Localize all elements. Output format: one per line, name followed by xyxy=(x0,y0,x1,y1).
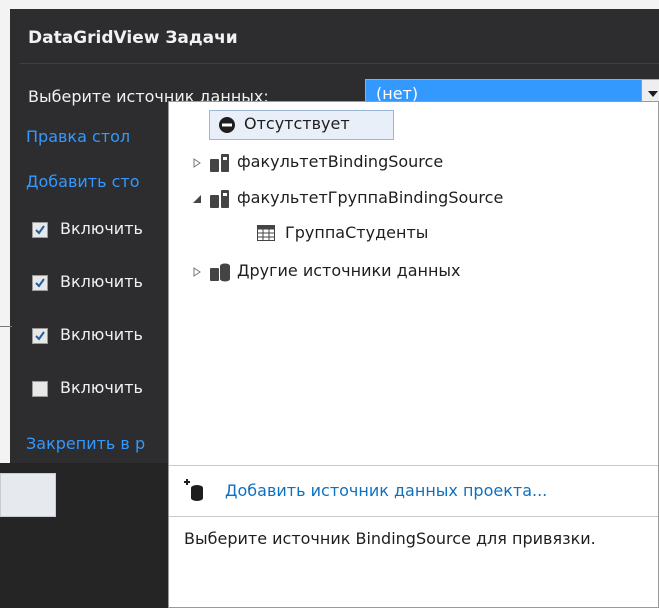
edit-columns-link[interactable]: Правка стол xyxy=(26,127,130,146)
enable-adding-label: Включить xyxy=(60,219,143,238)
database-icon xyxy=(210,263,230,282)
tree-item-label: Отсутствует xyxy=(244,114,350,133)
tree-item-label: ГруппаСтуденты xyxy=(285,223,429,242)
collapse-arrow-icon xyxy=(193,195,201,203)
panel-title: DataGridView Задачи xyxy=(28,28,238,48)
add-datasource-icon xyxy=(184,479,203,501)
tree-item-none[interactable]: Отсутствует xyxy=(209,110,394,140)
tree-item-label: Другие источники данных xyxy=(237,261,461,280)
chevron-down-icon xyxy=(648,91,658,97)
datasource-dropdown: Отсутствует факультетBindingSource факул… xyxy=(168,101,659,608)
panel-divider xyxy=(20,63,659,64)
dropdown-divider xyxy=(169,516,658,517)
checkmark-icon xyxy=(35,278,45,288)
expand-arrow-icon xyxy=(193,158,201,168)
help-description: Выберите источник BindingSource для прив… xyxy=(184,529,596,548)
tree-item-label: факультетBindingSource xyxy=(237,152,444,171)
bindingsource-icon xyxy=(210,190,229,208)
expand-arrow-icon xyxy=(193,267,201,277)
enable-editing-checkbox[interactable] xyxy=(32,275,48,291)
add-project-datasource-link[interactable]: Добавить источник данных проекта... xyxy=(169,466,658,516)
checkmark-icon xyxy=(35,225,45,235)
enable-adding-checkbox[interactable] xyxy=(32,222,48,238)
tree-item-group-students[interactable]: ГруппаСтуденты xyxy=(257,219,557,247)
checkmark-icon xyxy=(35,331,45,341)
table-icon xyxy=(257,225,275,241)
enable-editing-label: Включить xyxy=(60,272,143,291)
bindingsource-icon xyxy=(210,154,229,172)
enable-reordering-label: Включить xyxy=(60,378,143,397)
datasource-tree: Отсутствует факультетBindingSource факул… xyxy=(169,102,658,462)
none-icon xyxy=(219,117,235,133)
add-project-datasource-label: Добавить источник данных проекта... xyxy=(225,481,548,500)
dock-in-parent-link[interactable]: Закрепить в р xyxy=(26,434,145,453)
enable-deleting-checkbox[interactable] xyxy=(32,328,48,344)
tree-item-label: факультетГруппаBindingSource xyxy=(237,188,504,207)
tree-item-faculty-group-bindingsource[interactable]: факультетГруппаBindingSource xyxy=(193,184,633,212)
divider-line xyxy=(0,326,12,327)
enable-deleting-label: Включить xyxy=(60,325,143,344)
tree-item-faculty-bindingsource[interactable]: факультетBindingSource xyxy=(193,148,613,176)
tree-item-other-datasources[interactable]: Другие источники данных xyxy=(193,257,613,285)
add-column-link[interactable]: Добавить сто xyxy=(26,172,140,191)
background-strip xyxy=(0,473,56,517)
enable-reordering-checkbox[interactable] xyxy=(32,381,48,397)
